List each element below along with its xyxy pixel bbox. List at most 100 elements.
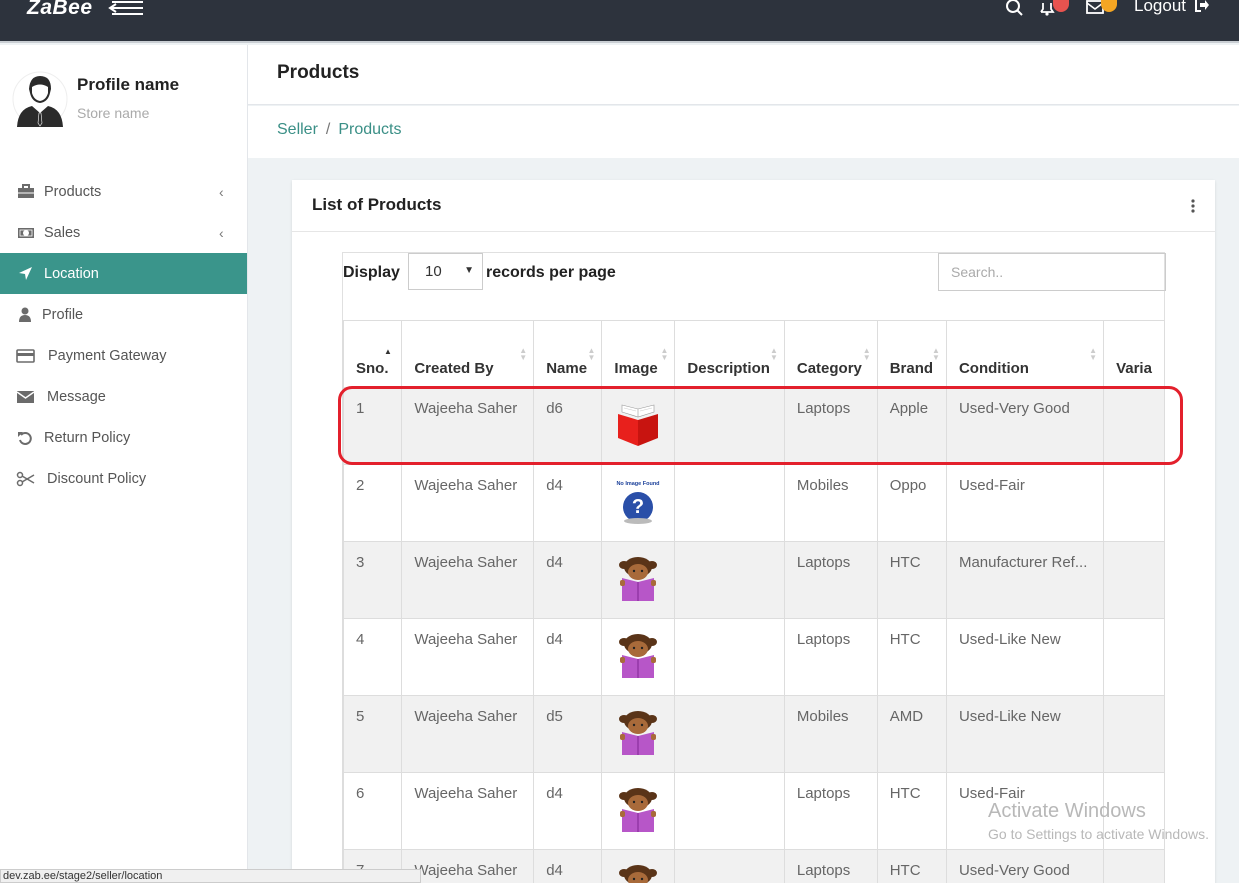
scissors-icon	[16, 471, 35, 486]
table-header-row: Sno. ▲ Created By ▲ ▼ Name ▲ ▼ Image ▲ ▼ Descri…	[343, 320, 1165, 388]
column-header-created-by[interactable]: Created By ▲ ▼	[401, 320, 535, 388]
table-row[interactable]: 7Wajeeha Saherd4LaptopsHTCUsed-Very Good	[343, 849, 1165, 883]
cell-description	[674, 541, 785, 619]
cell-created-by: Wajeeha Saher	[401, 464, 535, 542]
table-row[interactable]: 5 Wajeeha Saher d5 Mobiles AMD Used-Like New	[343, 695, 1165, 773]
cell-description	[674, 464, 785, 542]
sidebar-item-message[interactable]: Message	[0, 376, 247, 417]
sidebar: Profile name Store name Products ‹ Sales…	[0, 45, 248, 883]
cell-created-by: Wajeeha Saher	[401, 772, 535, 850]
cell-sno: 3	[343, 541, 403, 619]
sidebar-item-location[interactable]: Location	[0, 253, 247, 294]
column-header-brand[interactable]: Brand ▲ ▼	[876, 320, 947, 388]
cell-category: Laptops	[783, 618, 878, 696]
money-icon	[18, 227, 34, 238]
product-thumbnail[interactable]	[614, 554, 662, 602]
location-arrow-icon	[19, 266, 32, 280]
more-options-icon[interactable]	[1191, 199, 1195, 213]
cell-image	[601, 387, 676, 465]
sidebar-item-discount-policy[interactable]: Discount Policy	[0, 458, 247, 499]
table-row[interactable]: 1 Wajeeha Saher d6 Laptops Apple Used-Very Go…	[343, 387, 1165, 465]
mail-badge	[1101, 0, 1117, 12]
per-page-select[interactable]: 10 ▼	[408, 253, 483, 290]
breadcrumb-products[interactable]: Products	[338, 121, 401, 138]
table-row[interactable]: 3 Wajeeha Saher d4 Laptops HTC Manufacturer R…	[343, 541, 1165, 619]
sidebar-item-return-policy[interactable]: Return Policy	[0, 417, 247, 458]
sort-icon: ▲ ▼	[1089, 346, 1098, 362]
breadcrumb: Seller / Products	[248, 106, 1239, 158]
cell-description	[674, 849, 785, 883]
cell-image	[601, 849, 676, 883]
sort-asc-icon: ▲	[384, 347, 392, 356]
product-thumbnail[interactable]	[614, 708, 662, 756]
column-header-condition[interactable]: Condition ▲ ▼	[945, 320, 1105, 388]
cell-category: Mobiles	[783, 464, 878, 542]
notification-badge	[1053, 0, 1069, 12]
sidebar-item-payment-gateway[interactable]: Payment Gateway	[0, 335, 247, 376]
sidebar-item-sales[interactable]: Sales ‹	[0, 212, 247, 253]
product-thumbnail[interactable]	[614, 785, 662, 833]
column-header-description[interactable]: Description ▲ ▼	[674, 320, 785, 388]
menu-toggle-icon[interactable]	[107, 0, 145, 16]
sidebar-item-label: Return Policy	[44, 429, 131, 446]
cell-condition: Used-Very Good	[945, 387, 1105, 465]
cell-category: Laptops	[783, 849, 878, 883]
display-label: Display	[343, 264, 400, 281]
chevron-left-icon: ‹	[219, 224, 224, 241]
column-header-name[interactable]: Name ▲ ▼	[533, 320, 603, 388]
envelope-icon	[16, 390, 35, 403]
cell-sno: 6	[343, 772, 403, 850]
undo-icon	[18, 431, 32, 445]
status-bar-url: dev.zab.ee/stage2/seller/location	[0, 869, 421, 883]
product-thumbnail[interactable]: ? No Image Found	[614, 477, 662, 525]
table-controls: Display 10 ▼ records per page Search..	[342, 252, 1166, 320]
cell-brand: Apple	[876, 387, 947, 465]
logout-button[interactable]: Logout	[1134, 0, 1210, 16]
cell-category: Laptops	[783, 772, 878, 850]
sort-icon: ▲ ▼	[769, 346, 778, 362]
table-row[interactable]: 4 Wajeeha Saher d4 Laptops HTC Used-Like New	[343, 618, 1165, 696]
breadcrumb-seller[interactable]: Seller	[277, 121, 318, 138]
sidebar-item-products[interactable]: Products ‹	[0, 171, 247, 212]
cell-created-by: Wajeeha Saher	[401, 541, 535, 619]
avatar	[12, 71, 68, 127]
profile-name[interactable]: Profile name	[77, 75, 179, 95]
search-icon[interactable]	[1005, 0, 1025, 16]
cell-variations	[1103, 464, 1165, 542]
top-navbar: ZaBee Logout	[0, 0, 1239, 43]
no-image-text: No Image Found	[617, 481, 660, 487]
sidebar-item-profile[interactable]: Profile	[0, 294, 247, 335]
cell-name: d4	[533, 849, 603, 883]
card-header: List of Products	[292, 180, 1215, 232]
card-title: List of Products	[312, 195, 442, 214]
briefcase-icon	[18, 183, 34, 198]
products-table-wrapper: Sno. ▲ Created By ▲ ▼ Name ▲ ▼ Image ▲ ▼ Descri…	[342, 320, 1165, 883]
cell-description	[674, 772, 785, 850]
cell-brand: HTC	[876, 618, 947, 696]
cell-condition: Used-Very Good	[945, 849, 1105, 883]
cell-brand: HTC	[876, 772, 947, 850]
cell-category: Laptops	[783, 541, 878, 619]
search-input[interactable]: Search..	[938, 253, 1166, 291]
app-logo[interactable]: ZaBee	[27, 0, 93, 20]
column-header-category[interactable]: Category ▲ ▼	[783, 320, 878, 388]
cell-name: d4	[533, 464, 603, 542]
cell-condition: Used-Like New	[945, 618, 1105, 696]
column-header-image[interactable]: Image ▲ ▼	[601, 320, 676, 388]
column-header-variations[interactable]: Varia	[1103, 320, 1165, 388]
cell-image	[601, 618, 676, 696]
sign-out-icon	[1194, 0, 1209, 12]
product-thumbnail[interactable]	[614, 631, 662, 679]
product-thumbnail[interactable]	[614, 862, 662, 883]
column-header-sno[interactable]: Sno. ▲	[343, 320, 403, 388]
cell-condition: Manufacturer Ref...	[945, 541, 1105, 619]
cell-created-by: Wajeeha Saher	[401, 387, 535, 465]
product-thumbnail[interactable]	[614, 400, 662, 448]
sidebar-item-label: Discount Policy	[47, 470, 147, 487]
table-row[interactable]: 2 Wajeeha Saher d4? No Image Found Mobiles Op…	[343, 464, 1165, 542]
sidebar-item-label: Payment Gateway	[48, 347, 167, 364]
cell-description	[674, 695, 785, 773]
cell-name: d4	[533, 618, 603, 696]
cell-variations	[1103, 387, 1165, 465]
cell-image	[601, 772, 676, 850]
